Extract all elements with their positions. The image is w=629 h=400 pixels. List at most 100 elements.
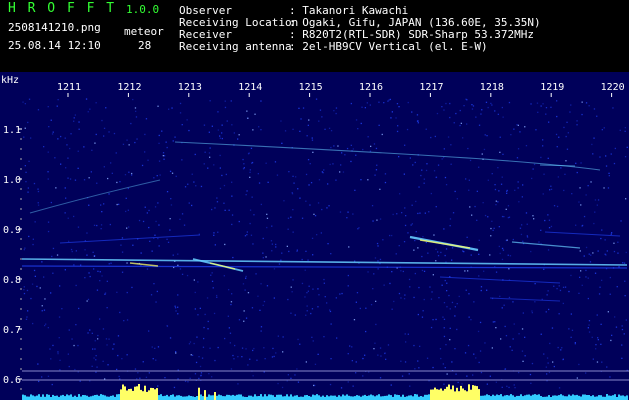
- level-bar: [254, 394, 256, 400]
- noise-dot: [517, 124, 519, 126]
- noise-dot: [271, 243, 273, 245]
- noise-dot: [362, 375, 364, 377]
- noise-dot: [342, 171, 345, 173]
- noise-dot: [195, 361, 198, 364]
- noise-dot: [327, 243, 329, 245]
- noise-dot: [25, 181, 27, 183]
- noise-dot: [169, 337, 172, 339]
- noise-dot: [484, 134, 486, 136]
- noise-dot: [389, 234, 391, 237]
- noise-dot: [287, 228, 289, 230]
- noise-dot: [152, 358, 154, 360]
- noise-dot: [243, 163, 245, 165]
- noise-dot: [563, 189, 565, 192]
- level-bar: [184, 396, 186, 400]
- noise-dot: [443, 302, 446, 304]
- noise-dot: [599, 286, 601, 288]
- noise-dot: [433, 234, 435, 236]
- noise-dot: [272, 347, 274, 350]
- noise-dot: [59, 285, 61, 287]
- noise-dot: [297, 188, 299, 190]
- noise-dot: [336, 337, 338, 339]
- noise-dot: [151, 250, 153, 252]
- noise-dot: [594, 199, 597, 201]
- noise-dot: [45, 323, 47, 325]
- noise-dot: [587, 277, 589, 279]
- noise-dot: [578, 363, 580, 366]
- noise-dot: [521, 350, 524, 352]
- noise-dot: [24, 127, 26, 129]
- noise-dot: [585, 194, 587, 196]
- noise-dot: [312, 254, 314, 256]
- noise-dot: [413, 249, 415, 251]
- noise-dot: [347, 381, 349, 383]
- noise-dot: [110, 162, 112, 164]
- noise-dot: [203, 124, 206, 126]
- noise-dot: [104, 378, 106, 380]
- noise-dot: [201, 357, 204, 359]
- level-bar: [522, 396, 524, 400]
- noise-dot: [479, 350, 482, 352]
- noise-dot: [135, 110, 137, 112]
- level-bar: [466, 391, 468, 400]
- noise-dot: [556, 100, 558, 102]
- noise-dot: [427, 252, 429, 254]
- noise-dot: [64, 269, 66, 271]
- noise-dot: [456, 303, 458, 305]
- level-bar: [356, 395, 358, 400]
- level-bar: [166, 394, 168, 400]
- noise-dot: [466, 123, 468, 125]
- noise-dot: [26, 289, 29, 292]
- level-bar: [444, 388, 446, 400]
- noise-dot: [266, 285, 269, 287]
- noise-dot: [307, 124, 309, 126]
- level-bar: [348, 395, 350, 400]
- x-tick-label: 1218: [480, 82, 504, 93]
- level-bar: [188, 395, 190, 400]
- noise-dot: [330, 253, 332, 255]
- noise-dot: [423, 270, 426, 272]
- noise-dot: [347, 353, 349, 355]
- level-bar: [24, 395, 26, 400]
- noise-dot: [545, 113, 547, 115]
- noise-dot: [55, 187, 57, 189]
- noise-dot: [391, 308, 393, 310]
- noise-dot: [71, 250, 73, 253]
- noise-dot: [304, 296, 306, 298]
- noise-dot: [443, 327, 445, 329]
- noise-dot: [384, 352, 386, 355]
- level-bar: [492, 394, 494, 400]
- noise-dot: [186, 119, 188, 121]
- x-tick-label: 1217: [419, 82, 443, 93]
- noise-dot: [346, 147, 349, 150]
- noise-dot: [224, 209, 226, 211]
- noise-dot: [530, 382, 532, 384]
- level-bar: [500, 394, 502, 400]
- noise-dot: [154, 234, 156, 236]
- noise-dot: [494, 321, 496, 323]
- noise-dot: [418, 367, 420, 369]
- noise-dot: [99, 280, 101, 282]
- noise-dot: [163, 158, 165, 160]
- level-bar: [96, 394, 98, 400]
- level-bar: [74, 395, 76, 400]
- noise-dot: [274, 161, 277, 163]
- noise-dot: [491, 220, 493, 222]
- noise-dot: [603, 187, 605, 189]
- noise-dot: [37, 188, 39, 190]
- noise-dot: [125, 210, 127, 213]
- noise-dot: [163, 155, 166, 157]
- noise-dot: [311, 137, 313, 139]
- noise-dot: [405, 341, 407, 343]
- noise-dot: [260, 100, 262, 102]
- level-bar: [308, 396, 310, 400]
- noise-dot: [92, 348, 94, 350]
- noise-dot: [593, 222, 595, 225]
- noise-dot: [546, 294, 548, 296]
- noise-dot: [388, 99, 390, 101]
- noise-dot: [437, 255, 440, 257]
- noise-dot: [142, 220, 145, 223]
- level-bar: [140, 389, 142, 400]
- noise-dot: [237, 356, 239, 358]
- noise-dot: [107, 177, 109, 180]
